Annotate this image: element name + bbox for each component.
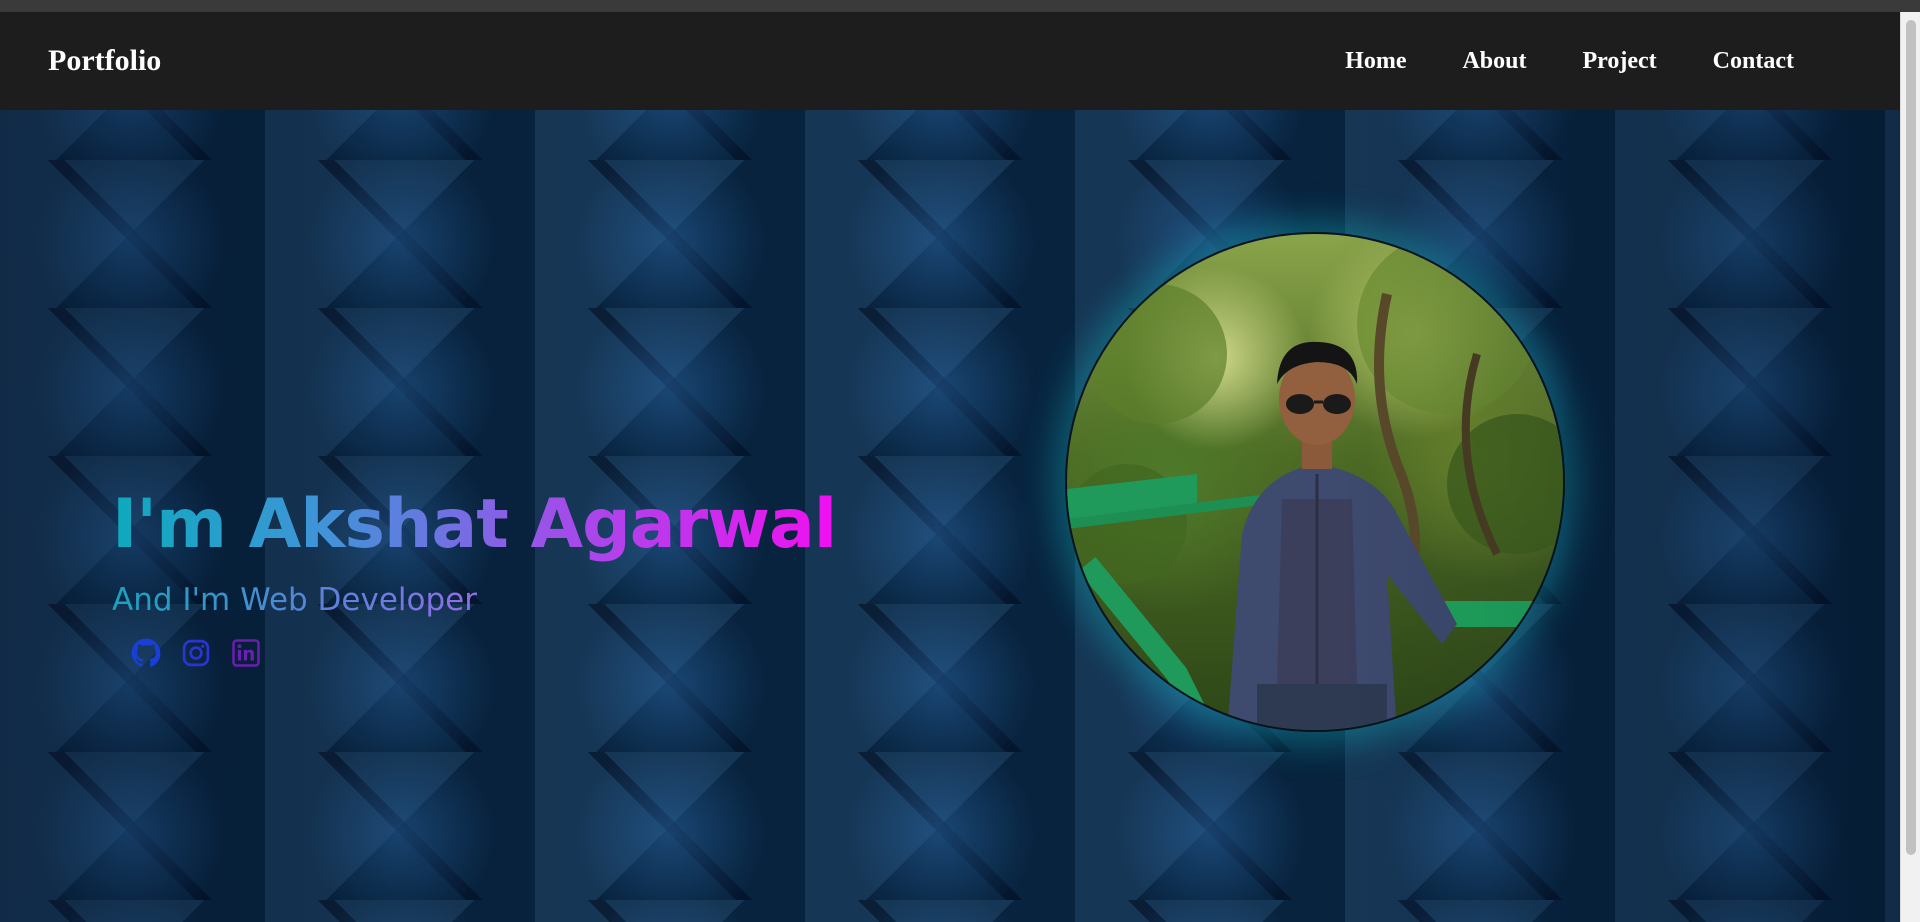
hero-title: I'm Akshat Agarwal — [112, 485, 837, 564]
nav-link-project[interactable]: Project — [1583, 48, 1657, 75]
nav-links: Home About Project Contact — [1345, 48, 1794, 75]
scrollbar-thumb[interactable] — [1906, 20, 1916, 855]
github-icon — [131, 638, 161, 667]
browser-top-bar — [0, 0, 1920, 12]
linkedin-icon — [232, 639, 260, 667]
hero-section: I'm Akshat Agarwal And I'm Web Developer — [0, 110, 1900, 922]
social-links — [130, 637, 262, 669]
nav-link-home[interactable]: Home — [1345, 48, 1406, 75]
brand-logo[interactable]: Portfolio — [48, 44, 161, 78]
github-link[interactable] — [130, 637, 162, 669]
linkedin-link[interactable] — [230, 637, 262, 669]
instagram-link[interactable] — [180, 637, 212, 669]
navbar: Portfolio Home About Project Contact — [0, 12, 1900, 110]
page-scrollbar[interactable] — [1900, 12, 1920, 922]
nav-link-contact[interactable]: Contact — [1713, 48, 1794, 75]
hero-subtitle: And I'm Web Developer — [112, 582, 477, 618]
instagram-icon — [182, 639, 210, 667]
profile-photo — [1065, 232, 1565, 732]
profile-photo-illustration — [1067, 234, 1563, 730]
nav-link-about[interactable]: About — [1462, 48, 1526, 75]
